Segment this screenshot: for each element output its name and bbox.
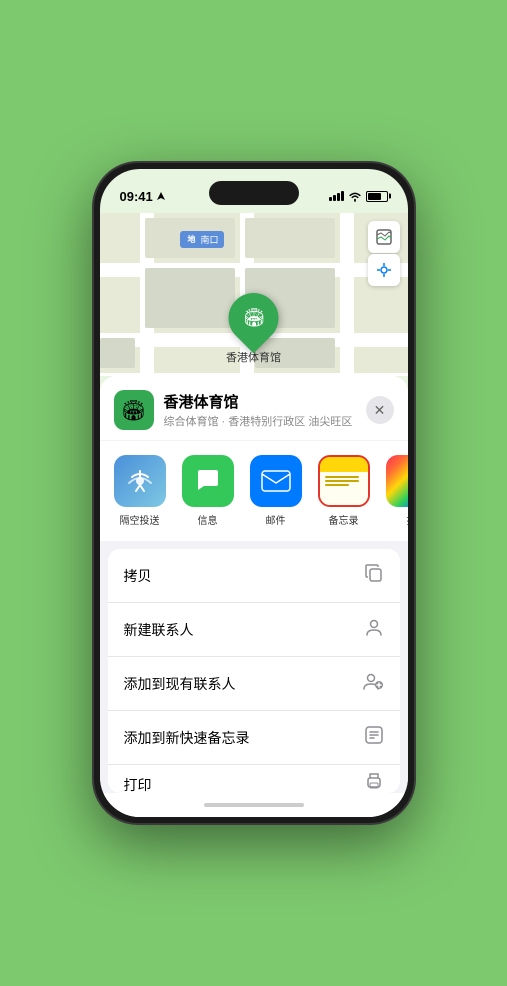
dynamic-island <box>209 181 299 205</box>
notes-label: 备忘录 <box>329 512 359 527</box>
share-more[interactable]: 推 <box>382 455 408 527</box>
bottom-sheet: 🏟 香港体育馆 综合体育馆 · 香港特别行政区 油尖旺区 ✕ <box>100 376 408 817</box>
mail-label: 邮件 <box>266 512 286 527</box>
battery-icon <box>366 191 388 202</box>
venue-info: 香港体育馆 综合体育馆 · 香港特别行政区 油尖旺区 <box>164 391 356 429</box>
mail-icon <box>250 455 302 507</box>
add-existing-label: 添加到现有联系人 <box>124 674 236 694</box>
share-notes[interactable]: 备忘录 <box>314 455 374 527</box>
action-new-contact[interactable]: 新建联系人 <box>108 603 400 657</box>
map-area: 地 南口 🏟 香港体育馆 <box>100 213 408 376</box>
close-button[interactable]: ✕ <box>366 396 394 424</box>
location-pin: 🏟 香港体育馆 <box>226 293 281 365</box>
action-list: 拷贝 新建联系人 <box>108 549 400 793</box>
share-row: 隔空投送 信息 <box>100 441 408 541</box>
print-label: 打印 <box>124 775 152 793</box>
phone-frame: 09:41 <box>94 163 414 823</box>
signal-icon <box>329 191 344 201</box>
time-label: 09:41 <box>120 189 153 204</box>
home-indicator <box>100 793 408 817</box>
more-icon <box>386 455 408 507</box>
phone-screen: 09:41 <box>100 169 408 817</box>
map-controls <box>368 221 400 286</box>
venue-name: 香港体育馆 <box>164 391 356 412</box>
add-note-icon <box>364 725 384 750</box>
venue-desc: 综合体育馆 · 香港特别行政区 油尖旺区 <box>164 413 356 429</box>
airdrop-icon <box>114 455 166 507</box>
print-icon <box>364 771 384 793</box>
notes-icon <box>318 455 370 507</box>
messages-icon <box>182 455 234 507</box>
location-arrow-icon <box>156 191 166 201</box>
copy-icon <box>364 563 384 588</box>
wifi-icon <box>348 191 362 202</box>
messages-label: 信息 <box>198 512 218 527</box>
copy-label: 拷贝 <box>124 566 152 586</box>
add-existing-icon <box>362 671 384 696</box>
status-time: 09:41 <box>120 189 166 204</box>
airdrop-label: 隔空投送 <box>120 512 160 527</box>
action-add-note[interactable]: 添加到新快速备忘录 <box>108 711 400 765</box>
share-airdrop[interactable]: 隔空投送 <box>110 455 170 527</box>
home-bar <box>204 803 304 807</box>
action-copy[interactable]: 拷贝 <box>108 549 400 603</box>
more-label: 推 <box>407 512 408 527</box>
share-messages[interactable]: 信息 <box>178 455 238 527</box>
location-button[interactable] <box>368 254 400 286</box>
map-type-button[interactable] <box>368 221 400 253</box>
new-contact-icon <box>364 617 384 642</box>
new-contact-label: 新建联系人 <box>124 620 194 640</box>
status-icons <box>329 191 388 202</box>
add-note-label: 添加到新快速备忘录 <box>124 728 250 748</box>
action-print[interactable]: 打印 <box>108 765 400 793</box>
venue-icon: 🏟 <box>114 390 154 430</box>
sheet-header: 🏟 香港体育馆 综合体育馆 · 香港特别行政区 油尖旺区 ✕ <box>100 376 408 440</box>
share-mail[interactable]: 邮件 <box>246 455 306 527</box>
subway-label: 地 南口 <box>180 231 224 248</box>
pin-icon: 🏟 <box>218 283 289 354</box>
action-add-existing[interactable]: 添加到现有联系人 <box>108 657 400 711</box>
